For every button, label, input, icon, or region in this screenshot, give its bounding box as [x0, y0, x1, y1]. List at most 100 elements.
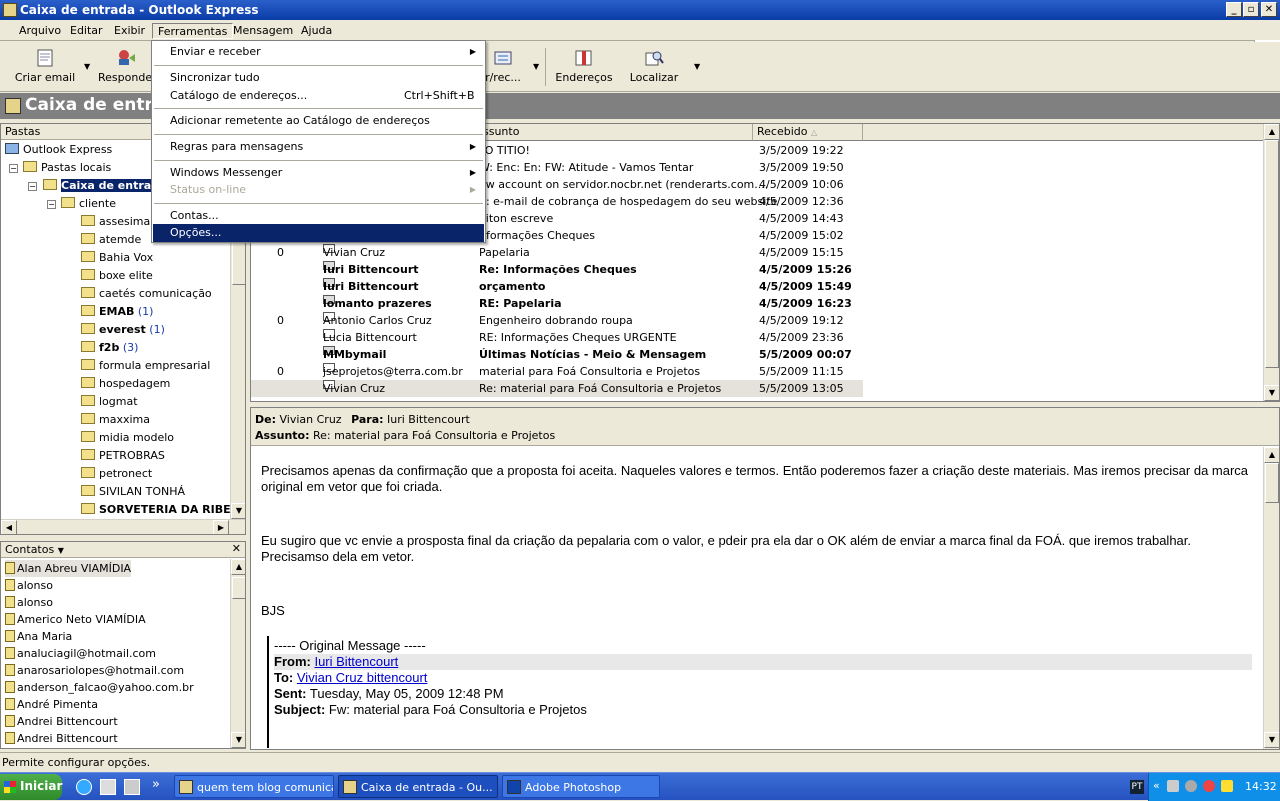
- message-row[interactable]: Iuri Bittencourt orçamento 4/5/2009 15:49: [251, 278, 1261, 295]
- contact-item[interactable]: Alan Abreu VIAMÍDIA: [5, 560, 132, 577]
- message-row[interactable]: Vivian Cruz Re: material para Foá Consult…: [251, 380, 863, 397]
- update-icon[interactable]: [1221, 780, 1233, 792]
- contacts-close-icon[interactable]: ✕: [232, 542, 241, 555]
- folder-item[interactable]: petronect: [81, 466, 152, 482]
- task-photoshop[interactable]: Adobe Photoshop: [502, 775, 660, 798]
- security-icon[interactable]: [1203, 780, 1215, 792]
- folders-hscrollbar[interactable]: ◀ ▶: [1, 519, 245, 534]
- contact-item[interactable]: analuciagil@hotmail.com: [5, 645, 156, 662]
- column-header-subject[interactable]: ssunto: [479, 124, 753, 141]
- scroll-up-arrow-icon[interactable]: ▲: [1264, 447, 1279, 463]
- folder-item[interactable]: PETROBRAS: [81, 448, 165, 464]
- folder-item[interactable]: formula empresarial: [81, 358, 210, 374]
- outlook-quicklaunch-icon[interactable]: [100, 779, 116, 795]
- reply-button[interactable]: Responder: [98, 44, 157, 90]
- scroll-down-arrow-icon[interactable]: ▼: [231, 503, 245, 519]
- folder-local[interactable]: Pastas locais: [23, 160, 111, 176]
- contact-item[interactable]: anarosariolopes@hotmail.com: [5, 662, 184, 679]
- desktop-quicklaunch-icon[interactable]: [124, 779, 140, 795]
- folder-item[interactable]: Bahia Vox: [81, 250, 153, 266]
- collapse-toggle[interactable]: −: [47, 200, 56, 209]
- quicklaunch-chevron[interactable]: »: [152, 777, 160, 792]
- contact-item[interactable]: alonso: [5, 577, 53, 594]
- folder-item[interactable]: assesima: [81, 214, 150, 230]
- message-row[interactable]: 0 Vivian Cruz Papelaria 4/5/2009 15:15: [251, 244, 1261, 261]
- menu-item[interactable]: Enviar e receber ▶: [153, 43, 484, 61]
- orig-to-link[interactable]: Vivian Cruz bittencourt: [297, 670, 428, 685]
- scroll-thumb[interactable]: [232, 577, 245, 599]
- message-row[interactable]: lomanto prazeres RE: Papelaria 4/5/2009 16…: [251, 295, 1261, 312]
- scroll-thumb[interactable]: [1265, 140, 1279, 368]
- folder-item[interactable]: SIVILAN TONHÁ: [81, 484, 185, 500]
- menu-ferramentas[interactable]: Ferramentas: [152, 23, 234, 39]
- scroll-down-arrow-icon[interactable]: ▼: [231, 732, 245, 748]
- folder-item[interactable]: f2b (3): [81, 340, 138, 356]
- orig-from-link[interactable]: Iuri Bittencourt: [314, 654, 398, 669]
- preview-scrollbar[interactable]: ▲ ▼: [1263, 447, 1279, 749]
- network-icon[interactable]: [1185, 780, 1197, 792]
- column-header-received[interactable]: Recebido △: [753, 124, 863, 141]
- scroll-up-arrow-icon[interactable]: ▲: [1264, 124, 1279, 140]
- addresses-button[interactable]: Endereços: [554, 44, 614, 90]
- contact-item[interactable]: alonso: [5, 594, 53, 611]
- chevron-down-icon[interactable]: ▼: [58, 546, 64, 555]
- folder-item[interactable]: SORVETERIA DA RIBEIR: [81, 502, 243, 518]
- contacts-header[interactable]: Contatos ▼ ✕: [1, 542, 245, 558]
- internet-explorer-icon[interactable]: [76, 779, 92, 795]
- contacts-scrollbar[interactable]: ▲ ▼: [230, 559, 245, 748]
- send-receive-dropdown-arrow[interactable]: ▼: [533, 62, 539, 71]
- collapse-toggle[interactable]: −: [28, 182, 37, 191]
- folder-item[interactable]: maxxima: [81, 412, 150, 428]
- menu-item[interactable]: Sincronizar tudo: [153, 69, 484, 87]
- menu-arquivo[interactable]: Arquivo: [14, 23, 66, 39]
- start-button[interactable]: Iniciar: [0, 774, 62, 800]
- folder-item[interactable]: boxe elite: [81, 268, 153, 284]
- close-button[interactable]: ✕: [1261, 2, 1277, 17]
- task-blog[interactable]: quem tem blog comunica ...: [174, 775, 334, 798]
- scroll-down-arrow-icon[interactable]: ▼: [1264, 385, 1279, 401]
- clock[interactable]: 14:32: [1245, 780, 1277, 793]
- message-row[interactable]: 0 jseprojetos@terra.com.br material para F…: [251, 363, 1261, 380]
- message-row[interactable]: Lucia Bittencourt RE: Informações Cheques…: [251, 329, 1261, 346]
- message-row[interactable]: Iuri Bittencourt Re: Informações Cheques 4…: [251, 261, 1261, 278]
- task-outlook[interactable]: Caixa de entrada - Ou...: [338, 775, 498, 798]
- menu-item[interactable]: Catálogo de endereços... Ctrl+Shift+B: [153, 87, 484, 105]
- scroll-right-arrow-icon[interactable]: ▶: [213, 520, 229, 534]
- contact-item[interactable]: Ana Maria: [5, 628, 72, 645]
- folder-item[interactable]: midia modelo: [81, 430, 174, 446]
- folder-item[interactable]: EMAB (1): [81, 304, 153, 320]
- menu-item[interactable]: Opções...: [153, 224, 484, 242]
- scroll-thumb[interactable]: [1265, 463, 1279, 503]
- menu-item[interactable]: Adicionar remetente ao Catálogo de ender…: [153, 112, 484, 130]
- folder-item[interactable]: caetés comunicação: [81, 286, 212, 302]
- folder-item[interactable]: everest (1): [81, 322, 165, 338]
- menu-exibir[interactable]: Exibir: [109, 23, 150, 39]
- folder-cliente[interactable]: cliente: [61, 196, 116, 212]
- find-dropdown-arrow[interactable]: ▼: [694, 62, 700, 71]
- messages-scrollbar[interactable]: ▲ ▼: [1263, 124, 1279, 401]
- contact-item[interactable]: anderson_falcao@yahoo.com.br: [5, 679, 194, 696]
- message-row[interactable]: 0 Antonio Carlos Cruz Engenheiro dobrando …: [251, 312, 1261, 329]
- scroll-up-arrow-icon[interactable]: ▲: [231, 559, 245, 575]
- menu-editar[interactable]: Editar: [65, 23, 108, 39]
- maximize-button[interactable]: ▫: [1243, 2, 1259, 17]
- menu-mensagem[interactable]: Mensagem: [228, 23, 298, 39]
- menu-item[interactable]: Windows Messenger ▶: [153, 164, 484, 182]
- scroll-down-arrow-icon[interactable]: ▼: [1264, 732, 1279, 748]
- contact-item[interactable]: Andrei Bittencourt: [5, 713, 118, 730]
- find-button[interactable]: Localizar: [626, 44, 682, 90]
- language-indicator[interactable]: PT: [1130, 780, 1144, 794]
- folder-inbox[interactable]: Caixa de entrada: [43, 178, 167, 194]
- folder-item[interactable]: atemde: [81, 232, 141, 248]
- menu-ajuda[interactable]: Ajuda: [296, 23, 337, 39]
- volume-icon[interactable]: [1167, 780, 1179, 792]
- collapse-toggle[interactable]: −: [9, 164, 18, 173]
- tray-expand-chevron[interactable]: «: [1153, 779, 1160, 792]
- contact-item[interactable]: Andrei Bittencourt: [5, 730, 118, 747]
- folder-outlook-express[interactable]: Outlook Express: [5, 142, 112, 158]
- message-row[interactable]: MMbymail Últimas Notícias - Meio & Mensag…: [251, 346, 1261, 363]
- menu-item[interactable]: Regras para mensagens ▶: [153, 138, 484, 156]
- scroll-left-arrow-icon[interactable]: ◀: [1, 520, 17, 534]
- create-mail-dropdown-arrow[interactable]: ▼: [84, 62, 90, 71]
- contact-item[interactable]: André Pimenta: [5, 696, 98, 713]
